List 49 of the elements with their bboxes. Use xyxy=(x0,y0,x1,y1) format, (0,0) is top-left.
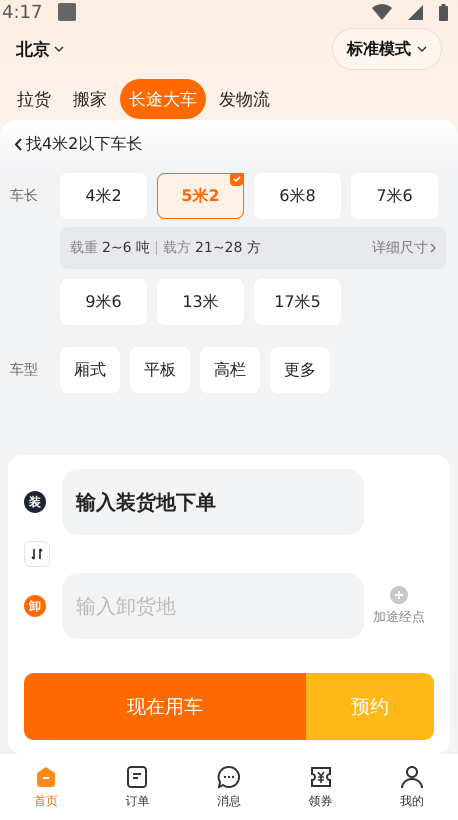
plus-circle-icon xyxy=(390,586,408,604)
chat-bubble-icon xyxy=(216,764,241,788)
mode-selector[interactable]: 标准模式 xyxy=(332,28,442,70)
swap-icon xyxy=(31,548,43,560)
length-option[interactable]: 17米5 xyxy=(254,279,341,325)
swap-button[interactable] xyxy=(24,541,50,567)
nav-item[interactable]: 我的 xyxy=(382,764,442,810)
length-option[interactable]: 6米8 xyxy=(254,173,341,219)
signal-icon xyxy=(408,4,423,20)
coupon-icon xyxy=(308,764,333,788)
battery-icon xyxy=(439,4,448,21)
type-option[interactable]: 平板 xyxy=(130,347,190,393)
chevron-down-icon xyxy=(54,46,64,53)
type-option[interactable]: 厢式 xyxy=(60,347,120,393)
add-stop-button[interactable]: 加途经点 xyxy=(364,586,434,626)
chevron-down-icon xyxy=(417,46,427,53)
service-tab[interactable]: 拉货 xyxy=(8,79,60,120)
back-icon xyxy=(14,138,22,151)
unload-field[interactable]: 输入卸货地 xyxy=(62,573,364,639)
type-label: 车型 xyxy=(10,361,39,380)
type-option[interactable]: 高栏 xyxy=(200,347,260,393)
service-tab[interactable]: 发物流 xyxy=(210,79,279,120)
nav-item[interactable]: 订单 xyxy=(107,764,168,810)
detail-link[interactable]: 详细尺寸 xyxy=(372,239,436,257)
check-icon xyxy=(230,173,244,186)
person-icon xyxy=(400,764,424,788)
length-option[interactable]: 13米 xyxy=(157,279,244,325)
nav-item[interactable]: 领券 xyxy=(290,764,351,810)
status-time: 4:17 xyxy=(2,2,42,23)
type-option[interactable]: 更多 xyxy=(270,347,330,393)
load-badge: 装 xyxy=(24,491,46,513)
unload-badge: 卸 xyxy=(24,595,46,617)
chevron-right-icon xyxy=(430,243,436,253)
back-link[interactable]: 找4米2以下车长 xyxy=(0,120,156,165)
wifi-icon xyxy=(372,4,392,20)
spec-label: 载重 xyxy=(70,239,98,257)
load-field[interactable]: 输入装货地下单 xyxy=(62,469,364,535)
spec-value: 2~6 吨 xyxy=(102,239,150,257)
service-tab[interactable]: 搬家 xyxy=(64,79,116,120)
notification-icon xyxy=(58,3,76,22)
city-selector[interactable]: 北京 xyxy=(16,38,64,61)
length-label: 车长 xyxy=(10,187,39,206)
nav-item[interactable]: 消息 xyxy=(198,764,259,810)
length-option[interactable]: 7米6 xyxy=(351,173,438,219)
length-option[interactable]: 4米2 xyxy=(60,173,147,219)
length-option[interactable]: 9米6 xyxy=(60,279,147,325)
spec-label: 载方 xyxy=(163,239,191,257)
document-icon xyxy=(125,764,150,788)
spec-value: 21~28 方 xyxy=(195,239,261,257)
